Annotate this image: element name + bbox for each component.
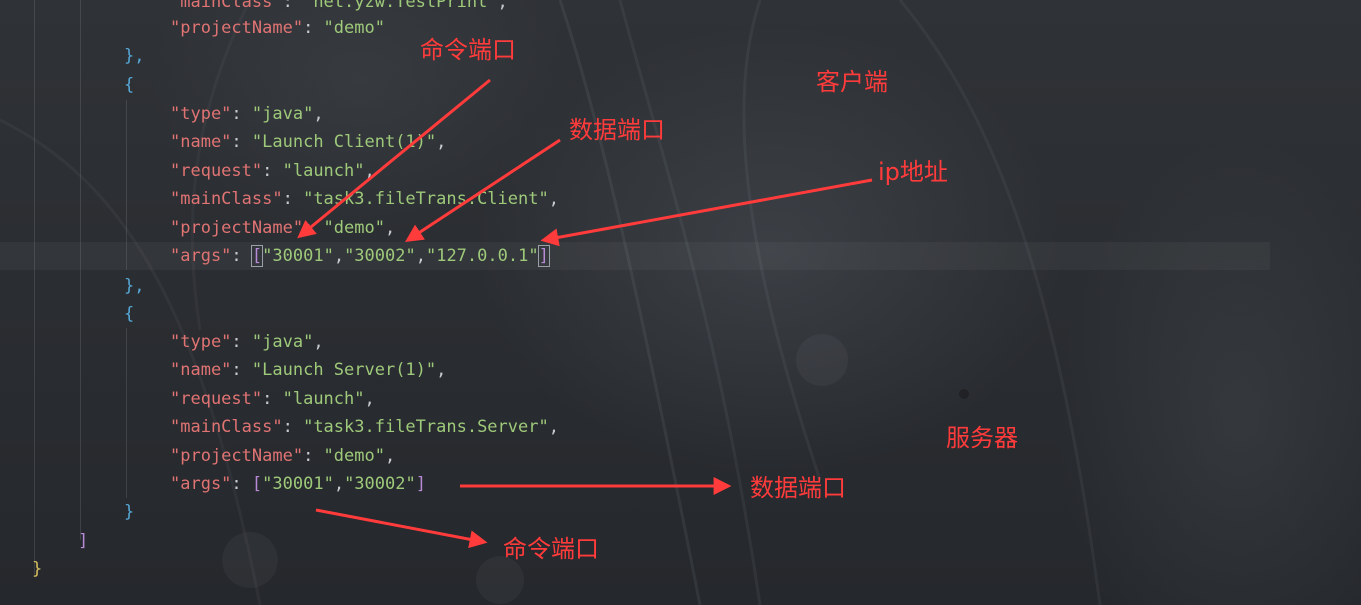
- json-key: "projectName": [170, 18, 304, 38]
- json-key: "type": [170, 104, 232, 124]
- code-line: {: [124, 75, 135, 95]
- json-key: "mainClass": [170, 417, 283, 437]
- json-key: "request": [170, 389, 263, 409]
- code-line: "args": ["30001","30002","127.0.0.1"]: [170, 245, 550, 267]
- json-key: "args": [170, 246, 232, 266]
- code-line: {: [124, 304, 135, 324]
- code-line: "mainClass": "net.yzw.TestPrint",: [170, 0, 508, 12]
- annotation-client-data-port: 数据端口: [569, 116, 665, 144]
- code-line: "request": "launch",: [170, 389, 375, 409]
- code-line: "args": ["30001","30002"]: [170, 474, 426, 494]
- annotation-server-label: 服务器: [946, 424, 1018, 452]
- json-string: "launch": [282, 389, 365, 409]
- bracket: ]: [415, 474, 426, 494]
- json-string: "task3.fileTrans.Client": [303, 189, 549, 209]
- code-line: "mainClass": "task3.fileTrans.Client",: [170, 189, 559, 209]
- annotation-server-command-port: 命令端口: [503, 535, 599, 563]
- json-string: "demo": [323, 218, 385, 238]
- json-string: "30002": [344, 474, 416, 494]
- code-editor[interactable]: "mainClass": "net.yzw.TestPrint", "proje…: [0, 0, 1361, 605]
- indent-guide: [80, 0, 81, 540]
- annotation-client-label: 客户端: [816, 68, 888, 96]
- json-key: "mainClass": [170, 189, 283, 209]
- json-key: "request": [170, 161, 263, 181]
- code-line: "projectName": "demo",: [170, 218, 396, 238]
- json-string: "30002": [344, 246, 416, 266]
- background-wallpaper-art: [0, 0, 1102, 605]
- code-line: "type": "java",: [170, 104, 324, 124]
- code-line: "name": "Launch Client(1)",: [170, 132, 447, 152]
- code-line: "type": "java",: [170, 332, 324, 352]
- matched-bracket: ]: [537, 245, 550, 267]
- json-key: "mainClass": [170, 0, 283, 12]
- json-string: "task3.fileTrans.Server": [303, 417, 549, 437]
- code-line: "name": "Launch Server(1)",: [170, 360, 447, 380]
- json-string: "java": [251, 104, 314, 124]
- json-key: "name": [170, 132, 232, 152]
- json-string: "Launch Client(1)": [251, 132, 437, 152]
- json-string: "java": [251, 332, 314, 352]
- json-string: "demo": [323, 446, 385, 466]
- json-string: "Launch Server(1)": [251, 360, 437, 380]
- json-string: "demo": [323, 18, 385, 38]
- code-line: "mainClass": "task3.fileTrans.Server",: [170, 417, 559, 437]
- annotation-client-command-port: 命令端口: [420, 36, 516, 64]
- code-line: ]: [78, 531, 89, 551]
- json-key: "args": [170, 474, 232, 494]
- annotation-server-data-port: 数据端口: [750, 474, 846, 502]
- code-line: "projectName": "demo": [170, 18, 385, 38]
- code-line: },: [124, 46, 145, 66]
- json-key: "projectName": [170, 446, 304, 466]
- json-string: "127.0.0.1": [425, 246, 539, 266]
- json-string: "net.yzw.TestPrint": [303, 0, 498, 12]
- code-line: },: [124, 276, 145, 296]
- bracket: [: [251, 474, 263, 494]
- json-string: "30001": [262, 474, 334, 494]
- indent-guide: [34, 0, 35, 575]
- code-line: }: [32, 559, 43, 579]
- json-key: "projectName": [170, 218, 304, 238]
- indent-guide: [126, 100, 127, 270]
- json-string: "30001": [262, 246, 334, 266]
- code-line: "projectName": "demo",: [170, 446, 396, 466]
- json-key: "name": [170, 360, 232, 380]
- indent-guide: [126, 328, 127, 498]
- code-line: }: [124, 502, 135, 522]
- code-line: "request": "launch",: [170, 161, 375, 181]
- json-string: "launch": [282, 161, 365, 181]
- json-key: "type": [170, 332, 232, 352]
- matched-bracket: [: [250, 245, 264, 267]
- annotation-client-ip: ip地址: [878, 158, 948, 186]
